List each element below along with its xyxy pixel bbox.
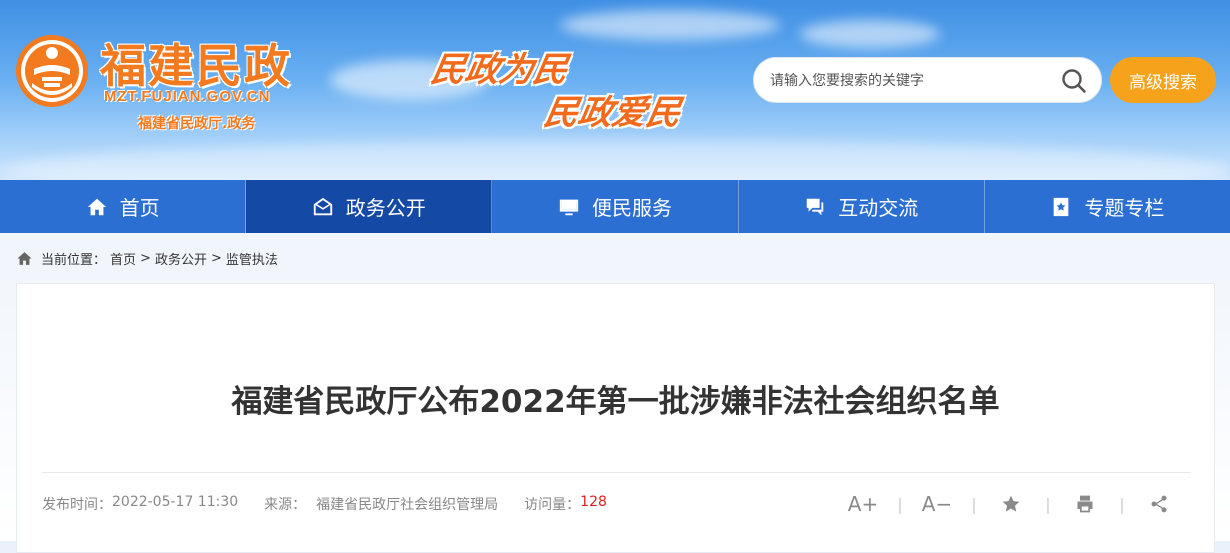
nav-item-label: 首页 [119,196,160,220]
slogan-2: 民政爱民 [540,93,684,133]
breadcrumb-link-supervision[interactable]: 监管执法 [226,249,278,268]
source-label: 来源： [264,497,307,513]
article-tools: A+ | A− | | | [842,490,1180,518]
envelope-icon [313,197,332,215]
breadcrumb-prefix: 当前位置： [41,253,107,268]
cloud-decoration [0,140,1230,180]
font-larger-button[interactable]: A+ [842,490,884,518]
tool-separator: | [897,494,903,514]
nav-item-label: 政务公开 [345,196,426,220]
breadcrumb: 当前位置： 首页 > 政务公开 > 监管执法 [16,249,278,268]
divider [42,472,1191,473]
nav-item-label: 便民服务 [592,196,672,220]
nav-item-home[interactable]: 首页 [0,180,247,233]
printer-icon [1077,495,1093,513]
article-title: 福建省民政厅公布2022年第一批涉嫌非法社会组织名单 [231,384,1000,420]
tool-separator: | [1045,494,1051,514]
share-icon [1151,495,1167,513]
advanced-search-button[interactable]: 高级搜索 [1110,57,1216,103]
home-icon [17,252,32,265]
breadcrumb-link-home[interactable]: 首页 [110,249,136,268]
chat-icon [806,198,824,215]
tool-separator: | [971,494,977,514]
article-card: 福建省民政厅公布2022年第一批涉嫌非法社会组织名单 发布时间： 2022-05… [16,283,1215,553]
publish-label: 发布时间： [42,497,112,513]
nav-item-label: 互动交流 [838,196,919,220]
breadcrumb-separator: > [140,251,151,266]
share-button[interactable] [1138,490,1180,518]
visits-count: 128 [580,494,607,510]
search-box [753,57,1102,103]
monitor-icon [559,199,579,215]
visits-label: 访问量： [524,497,581,513]
publish-time: 2022-05-17 11:30 [112,494,239,510]
source-value: 福建省民政厅社会组织管理局 [316,497,499,513]
site-title: 福建民政 [100,39,292,93]
star-icon [1002,495,1020,512]
cloud-decoration [560,10,780,40]
main-nav: 首页 政务公开 便民服务 互动交流 专题专栏 [0,180,1230,233]
nav-item-label: 专题专栏 [1084,196,1165,220]
site-domain: MZT.FUJIAN.GOV.CN [104,88,271,105]
site-subtitle: 福建省民政厅.政务 [138,116,256,132]
nav-item-services[interactable]: 便民服务 [492,180,739,233]
article-meta: 发布时间： 2022-05-17 11:30 来源： 福建省民政厅社会组织管理局… [42,494,607,514]
breadcrumb-separator: > [210,251,222,266]
search-input[interactable] [768,68,1052,94]
home-icon [87,198,106,215]
font-smaller-button[interactable]: A− [916,490,958,518]
nav-item-interaction[interactable]: 互动交流 [739,180,985,233]
logo-emblem-icon [16,35,88,107]
breadcrumb-link-government-affairs[interactable]: 政务公开 [155,249,207,268]
print-button[interactable] [1064,490,1106,518]
cloud-decoration [800,20,940,48]
nav-item-special-topics[interactable]: 专题专栏 [985,180,1230,233]
nav-item-government-affairs[interactable]: 政务公开 [246,180,493,233]
bookmark-star-icon [1054,197,1069,216]
site-header: 福建民政 MZT.FUJIAN.GOV.CN 福建省民政厅.政务 民政为民 民政… [0,0,1230,180]
slogan-1: 民政为民 [427,50,571,90]
favorite-button[interactable] [990,490,1032,518]
tool-separator: | [1119,494,1125,514]
search-icon[interactable] [1061,68,1087,94]
